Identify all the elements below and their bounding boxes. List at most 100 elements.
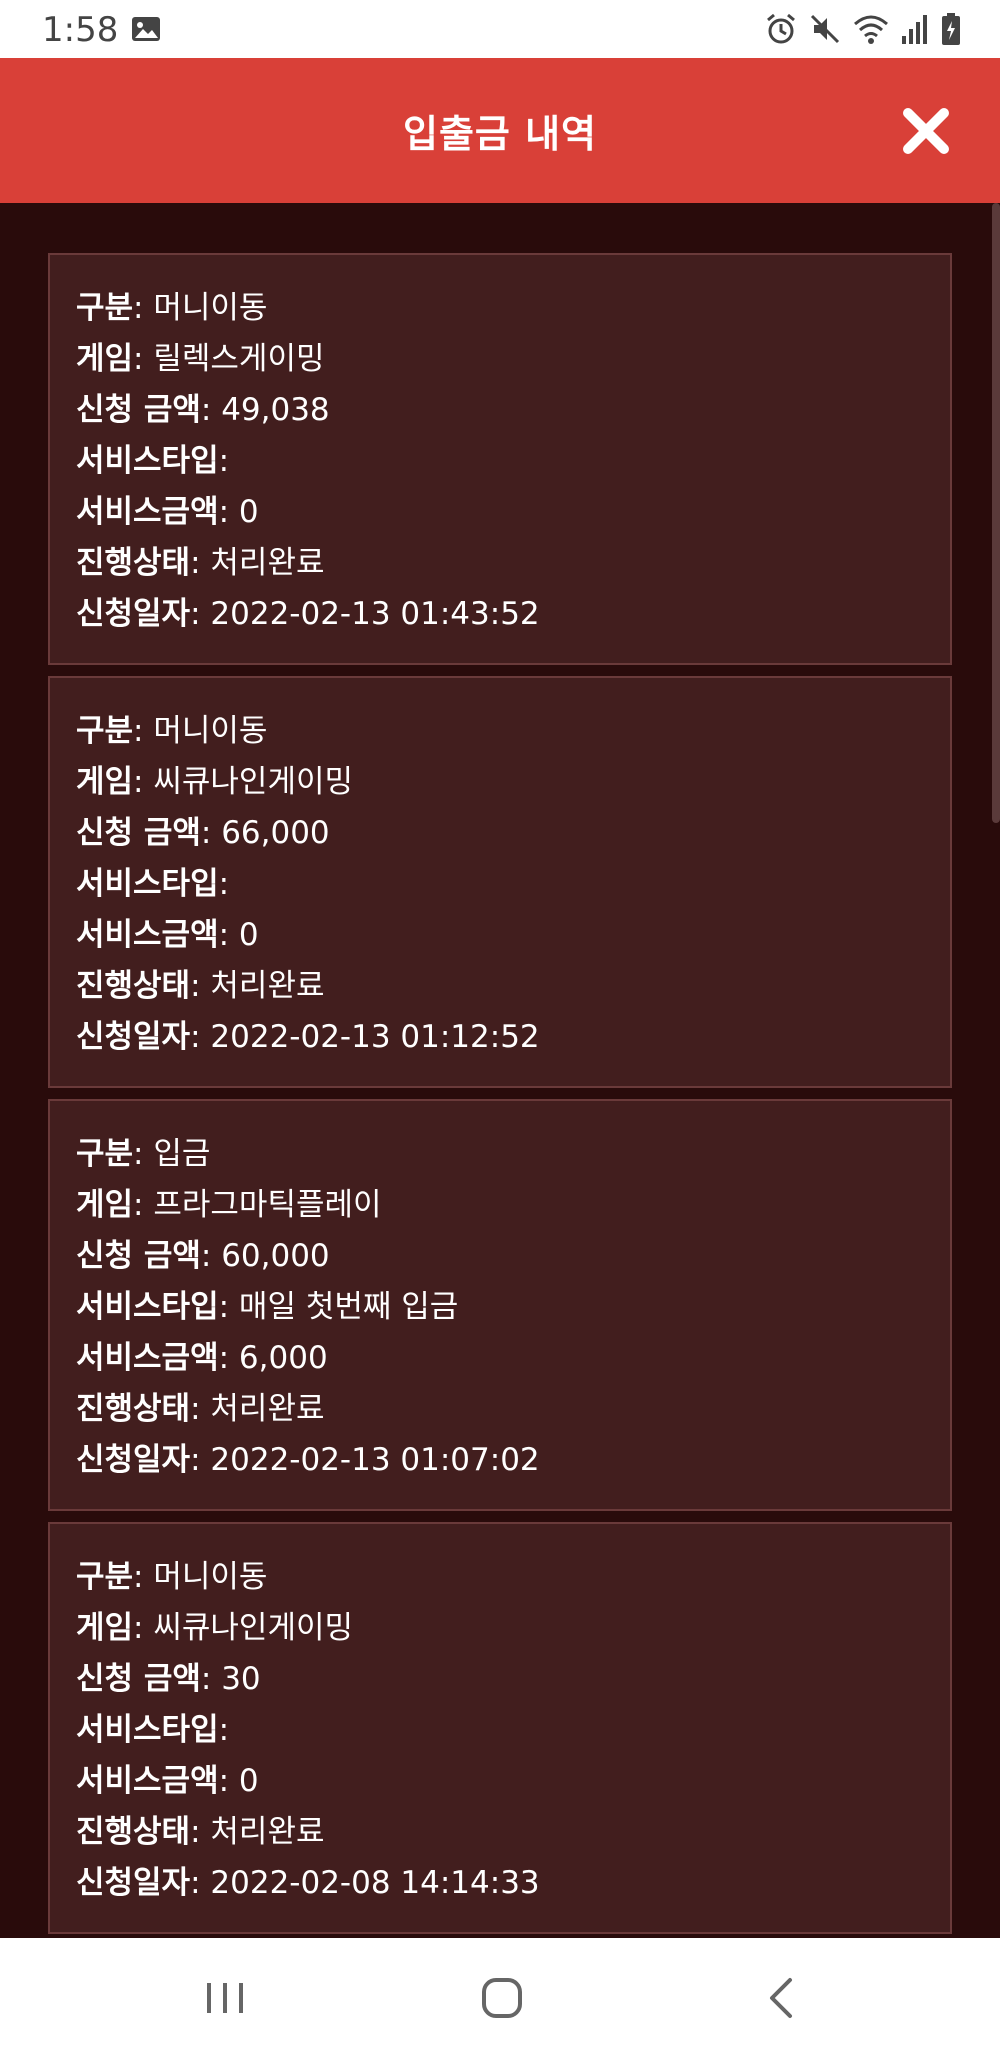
value-date: 2022-02-13 01:07:02 xyxy=(210,1442,540,1478)
page-title: 입출금 내역 xyxy=(402,112,598,156)
back-icon[interactable] xyxy=(752,1968,812,2028)
value-date: 2022-02-13 01:43:52 xyxy=(210,596,540,632)
record-amount: 신청 금액: 30 xyxy=(76,1661,261,1697)
record-game: 게임: 릴렉스게이밍 xyxy=(76,341,325,377)
record-service-type: 서비스타입: xyxy=(76,866,230,902)
value-type: 머니이동 xyxy=(153,1559,268,1595)
record-status: 진행상태: 처리완료 xyxy=(76,1391,325,1427)
scrollbar[interactable] xyxy=(992,203,1000,823)
record-service-amount: 서비스금액: 0 xyxy=(76,494,259,530)
status-bar: 1:58 xyxy=(0,0,1000,58)
record-date: 신청일자: 2022-02-13 01:43:52 xyxy=(76,596,540,632)
history-card: 구분: 머니이동 게임: 씨큐나인게이밍 신청 금액: 66,000 서비스타입… xyxy=(48,676,952,1088)
record-status: 진행상태: 처리완료 xyxy=(76,1814,325,1850)
value-type: 머니이동 xyxy=(153,290,268,326)
label-type: 구분 xyxy=(76,290,134,326)
signal-icon xyxy=(900,12,930,46)
value-service-type: 매일 첫번째 입금 xyxy=(238,1289,459,1325)
label-game: 게임 xyxy=(76,1610,134,1646)
label-service-type: 서비스타입 xyxy=(76,1289,219,1325)
value-service-amount: 0 xyxy=(238,1763,259,1799)
label-type: 구분 xyxy=(76,1559,134,1595)
label-amount: 신청 금액 xyxy=(76,1661,201,1697)
image-icon xyxy=(130,15,162,43)
label-amount: 신청 금액 xyxy=(76,815,201,851)
value-game: 프라그마틱플레이 xyxy=(153,1187,382,1223)
record-date: 신청일자: 2022-02-13 01:07:02 xyxy=(76,1442,540,1478)
value-game: 릴렉스게이밍 xyxy=(153,341,325,377)
label-date: 신청일자 xyxy=(76,1019,191,1055)
record-date: 신청일자: 2022-02-13 01:12:52 xyxy=(76,1019,540,1055)
label-game: 게임 xyxy=(76,1187,134,1223)
wifi-icon xyxy=(852,12,890,46)
label-status: 진행상태 xyxy=(76,545,191,581)
record-status: 진행상태: 처리완료 xyxy=(76,968,325,1004)
label-service-amount: 서비스금액 xyxy=(76,1340,219,1376)
value-type: 입금 xyxy=(153,1136,211,1172)
label-type: 구분 xyxy=(76,1136,134,1172)
record-service-type: 서비스타입: 매일 첫번째 입금 xyxy=(76,1289,459,1325)
record-amount: 신청 금액: 49,038 xyxy=(76,392,330,428)
record-game: 게임: 씨큐나인게이밍 xyxy=(76,764,353,800)
alarm-icon xyxy=(764,12,798,46)
label-date: 신청일자 xyxy=(76,1442,191,1478)
history-list[interactable]: 구분: 머니이동 게임: 릴렉스게이밍 신청 금액: 49,038 서비스타입:… xyxy=(0,203,1000,1938)
label-service-amount: 서비스금액 xyxy=(76,1763,219,1799)
label-service-amount: 서비스금액 xyxy=(76,494,219,530)
record-service-amount: 서비스금액: 0 xyxy=(76,1763,259,1799)
label-type: 구분 xyxy=(76,713,134,749)
label-status: 진행상태 xyxy=(76,1391,191,1427)
record-type: 구분: 입금 xyxy=(76,1136,211,1172)
label-service-type: 서비스타입 xyxy=(76,1712,219,1748)
label-date: 신청일자 xyxy=(76,596,191,632)
value-status: 처리완료 xyxy=(210,545,325,581)
label-service-type: 서비스타입 xyxy=(76,866,219,902)
record-type: 구분: 머니이동 xyxy=(76,713,268,749)
record-amount: 신청 금액: 60,000 xyxy=(76,1238,330,1274)
record-service-amount: 서비스금액: 0 xyxy=(76,917,259,953)
value-game: 씨큐나인게이밍 xyxy=(153,1610,353,1646)
battery-icon xyxy=(940,12,962,46)
recent-apps-icon[interactable] xyxy=(195,1968,255,2028)
record-amount: 신청 금액: 66,000 xyxy=(76,815,330,851)
value-status: 처리완료 xyxy=(210,1814,325,1850)
history-card: 구분: 입금 게임: 프라그마틱플레이 신청 금액: 60,000 서비스타입:… xyxy=(48,1099,952,1511)
label-game: 게임 xyxy=(76,341,134,377)
label-service-amount: 서비스금액 xyxy=(76,917,219,953)
record-type: 구분: 머니이동 xyxy=(76,290,268,326)
value-service-amount: 0 xyxy=(238,917,259,953)
record-status: 진행상태: 처리완료 xyxy=(76,545,325,581)
label-date: 신청일자 xyxy=(76,1865,191,1901)
record-service-type: 서비스타입: xyxy=(76,1712,230,1748)
value-amount: 66,000 xyxy=(221,815,330,851)
value-status: 처리완료 xyxy=(210,968,325,1004)
record-date: 신청일자: 2022-02-08 14:14:33 xyxy=(76,1865,540,1901)
record-game: 게임: 프라그마틱플레이 xyxy=(76,1187,382,1223)
value-type: 머니이동 xyxy=(153,713,268,749)
value-service-amount: 0 xyxy=(238,494,259,530)
value-amount: 49,038 xyxy=(221,392,330,428)
system-nav-bar xyxy=(0,1938,1000,2056)
record-game: 게임: 씨큐나인게이밍 xyxy=(76,1610,353,1646)
value-status: 처리완료 xyxy=(210,1391,325,1427)
history-card: 구분: 머니이동 게임: 씨큐나인게이밍 신청 금액: 30 서비스타입: 서비… xyxy=(48,1522,952,1934)
value-amount: 60,000 xyxy=(221,1238,330,1274)
value-service-amount: 6,000 xyxy=(238,1340,328,1376)
label-game: 게임 xyxy=(76,764,134,800)
label-status: 진행상태 xyxy=(76,968,191,1004)
record-type: 구분: 머니이동 xyxy=(76,1559,268,1595)
label-amount: 신청 금액 xyxy=(76,1238,201,1274)
app-header: 입출금 내역 xyxy=(0,58,1000,203)
home-icon[interactable] xyxy=(472,1968,532,2028)
history-card: 구분: 머니이동 게임: 릴렉스게이밍 신청 금액: 49,038 서비스타입:… xyxy=(48,253,952,665)
record-service-type: 서비스타입: xyxy=(76,443,230,479)
value-date: 2022-02-13 01:12:52 xyxy=(210,1019,540,1055)
label-status: 진행상태 xyxy=(76,1814,191,1850)
value-amount: 30 xyxy=(221,1661,261,1697)
mute-icon xyxy=(808,12,842,46)
value-game: 씨큐나인게이밍 xyxy=(153,764,353,800)
label-service-type: 서비스타입 xyxy=(76,443,219,479)
label-amount: 신청 금액 xyxy=(76,392,201,428)
status-time: 1:58 xyxy=(42,10,119,50)
close-icon[interactable] xyxy=(900,105,952,157)
